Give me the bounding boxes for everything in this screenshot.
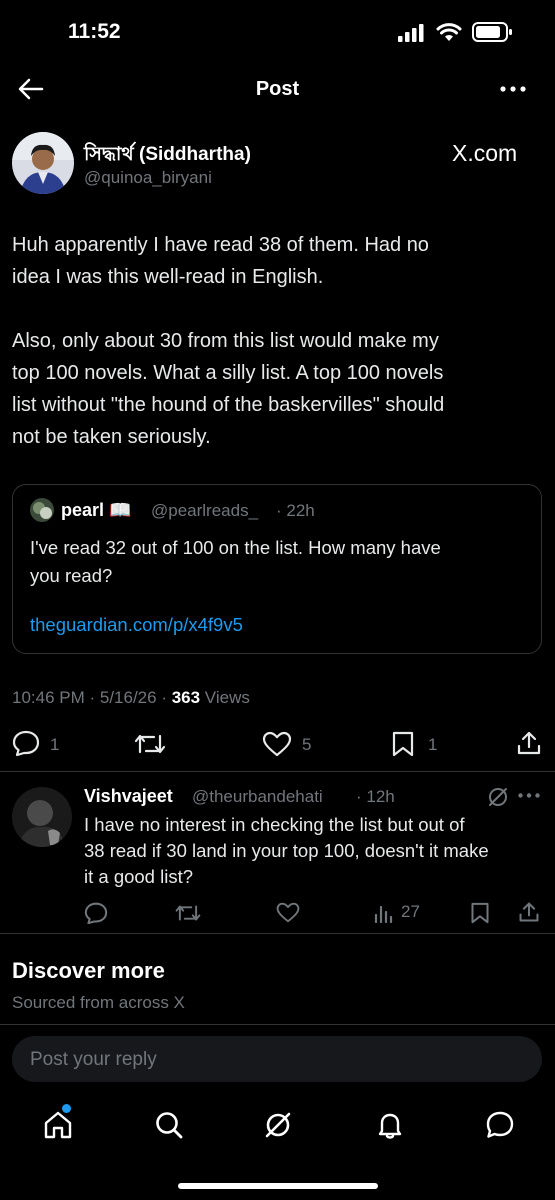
status-time: 11:52: [68, 20, 121, 43]
reply-count: 1: [50, 735, 60, 754]
source-brand: X.com: [452, 140, 518, 166]
reply-bookmark-button[interactable]: [470, 902, 490, 924]
divider: [0, 933, 555, 934]
reply-text-line: 38 read if 30 land in your top 100, does…: [84, 840, 489, 861]
bookmark-icon: [392, 731, 414, 757]
post-timestamp: 10:46 PM · 5/16/26 ·: [12, 688, 172, 707]
wifi-icon: [436, 22, 462, 42]
like-button[interactable]: [262, 731, 292, 757]
reply-views-count: 27: [401, 902, 420, 921]
divider: [0, 1024, 555, 1025]
divider: [0, 771, 555, 772]
signal-icon: [398, 24, 426, 42]
more-icon: [500, 86, 526, 92]
reply-author-handle[interactable]: @theurbandehati: [192, 787, 323, 807]
battery-icon: [472, 22, 514, 42]
notifications-icon: [378, 1113, 402, 1139]
post-text-line: not be taken seriously.: [12, 426, 211, 448]
grok-icon: [489, 788, 507, 806]
quote-text-line: you read?: [30, 565, 113, 586]
reply-time: · 12h: [356, 787, 395, 806]
post-text: Huh apparently I have read 38 of them. H…: [12, 229, 542, 453]
heart-icon: [276, 902, 300, 923]
page-title: Post: [255, 78, 300, 100]
share-icon: [517, 731, 541, 755]
search-icon: [156, 1112, 183, 1139]
tab-grok[interactable]: [263, 1110, 293, 1140]
reply-text: I have no interest in checking the list …: [84, 812, 549, 890]
tab-search[interactable]: [154, 1110, 184, 1140]
share-icon: [519, 902, 539, 922]
author-handle[interactable]: @quinoa_biryani: [84, 168, 212, 188]
bookmark-count: 1: [428, 735, 438, 754]
reply-input[interactable]: [28, 1036, 527, 1084]
tab-home[interactable]: [43, 1104, 73, 1140]
reply-reply-button[interactable]: [84, 902, 108, 924]
post-meta: 10:46 PM · 5/16/26 · 363 Views: [12, 688, 250, 708]
tab-messages[interactable]: [485, 1110, 515, 1140]
repost-icon: [175, 905, 201, 921]
discover-title: Discover more: [12, 958, 165, 983]
post-text-line: top 100 novels. What a silly list. A top…: [12, 362, 444, 384]
repost-icon: [134, 734, 166, 754]
notification-dot: [62, 1104, 71, 1113]
views-count[interactable]: 363: [172, 688, 200, 707]
post-text-line: Huh apparently I have read 38 of them. H…: [12, 234, 429, 256]
messages-icon: [486, 1111, 514, 1138]
reply-author-name[interactable]: Vishvajeet: [84, 786, 173, 807]
bookmark-icon: [471, 902, 489, 924]
post-text-line: Also, only about 30 from this list would…: [12, 330, 439, 352]
reply-icon: [12, 730, 40, 756]
reply-icon: [84, 902, 108, 924]
quote-text: I've read 32 out of 100 on the list. How…: [30, 534, 530, 590]
like-count: 5: [302, 735, 312, 754]
views-icon: [374, 905, 393, 923]
reply-button[interactable]: [12, 730, 40, 756]
quote-author-handle[interactable]: @pearlreads_: [151, 501, 258, 521]
more-options-button[interactable]: [500, 86, 526, 92]
quote-text-line: I've read 32 out of 100 on the list. How…: [30, 537, 441, 558]
quote-time: · 22h: [276, 501, 315, 520]
repost-button[interactable]: [134, 732, 166, 756]
tab-notifications[interactable]: [375, 1110, 405, 1140]
grok-icon: [265, 1112, 291, 1138]
reply-composer[interactable]: [12, 1036, 542, 1084]
home-indicator: [178, 1183, 378, 1189]
more-icon: [518, 793, 540, 798]
reply-share-button[interactable]: [518, 901, 540, 923]
reply-more-button[interactable]: [518, 793, 540, 798]
author-avatar[interactable]: [12, 132, 74, 194]
quote-avatar[interactable]: [30, 498, 54, 522]
views-label: Views: [200, 688, 250, 707]
reply-author-avatar[interactable]: [12, 787, 72, 847]
reply-text-line: I have no interest in checking the list …: [84, 814, 465, 835]
grok-button[interactable]: [487, 786, 509, 808]
post-text-line: list without "the hound of the baskervil…: [12, 394, 445, 416]
heart-icon: [262, 731, 292, 757]
reply-like-button[interactable]: [276, 902, 300, 923]
quote-author-name[interactable]: pearl 📖: [61, 500, 131, 521]
home-icon: [44, 1111, 72, 1139]
reply-repost-button[interactable]: [175, 903, 201, 923]
discover-subtitle: Sourced from across X: [12, 993, 185, 1012]
reply-views-button[interactable]: [374, 903, 394, 923]
bookmark-button[interactable]: [391, 731, 415, 757]
reply-text-line: it a good list?: [84, 866, 194, 887]
share-button[interactable]: [516, 730, 542, 756]
quote-link[interactable]: theguardian.com/p/x4f9v5: [30, 614, 243, 636]
post-text-spacer: [12, 293, 542, 325]
post-text-line: idea I was this well-read in English.: [12, 266, 324, 288]
